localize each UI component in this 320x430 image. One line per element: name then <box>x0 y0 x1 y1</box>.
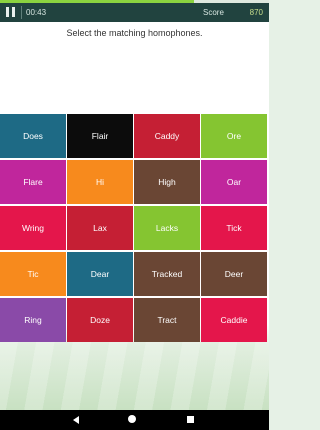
word-tile[interactable]: Oar <box>201 160 267 204</box>
word-tile[interactable]: High <box>134 160 200 204</box>
word-tile[interactable]: Tracked <box>134 252 200 296</box>
game-area: Select the matching homophones. Does Flai… <box>0 22 269 410</box>
word-tile[interactable]: Does <box>0 114 66 158</box>
word-tile[interactable]: Doze <box>67 298 133 342</box>
word-tile[interactable]: Hi <box>67 160 133 204</box>
word-tile[interactable]: Deer <box>201 252 267 296</box>
score-value: 870 <box>249 8 263 17</box>
recent-apps-icon[interactable] <box>187 416 194 423</box>
top-bar: 00:43 Score 870 <box>0 3 269 22</box>
home-icon[interactable] <box>128 415 136 423</box>
word-tile[interactable]: Tract <box>134 298 200 342</box>
word-tile[interactable]: Lacks <box>134 206 200 250</box>
word-tile[interactable]: Ring <box>0 298 66 342</box>
android-nav-bar <box>0 410 269 430</box>
word-tile[interactable]: Flair <box>67 114 133 158</box>
timer: 00:43 <box>26 8 47 17</box>
word-tile[interactable]: Tic <box>0 252 66 296</box>
score-label: Score <box>203 8 224 17</box>
pause-button[interactable] <box>3 5 18 20</box>
instruction-text: Select the matching homophones. <box>66 28 203 38</box>
word-tile[interactable]: Dear <box>67 252 133 296</box>
word-tile[interactable]: Tick <box>201 206 267 250</box>
tile-grid: Does Flair Caddy Ore Flare Hi High Oar Wring Lax L… <box>0 114 269 361</box>
divider <box>21 6 22 19</box>
word-tile[interactable]: Wring <box>0 206 66 250</box>
word-tile[interactable]: Flare <box>0 160 66 204</box>
word-tile[interactable]: Ore <box>201 114 267 158</box>
word-tile[interactable]: Lax <box>67 206 133 250</box>
pause-icon <box>6 7 9 17</box>
word-tile[interactable]: Caddie <box>201 298 267 342</box>
pause-icon-bar <box>12 7 15 17</box>
word-tile[interactable]: Caddy <box>134 114 200 158</box>
back-icon[interactable] <box>73 416 79 424</box>
